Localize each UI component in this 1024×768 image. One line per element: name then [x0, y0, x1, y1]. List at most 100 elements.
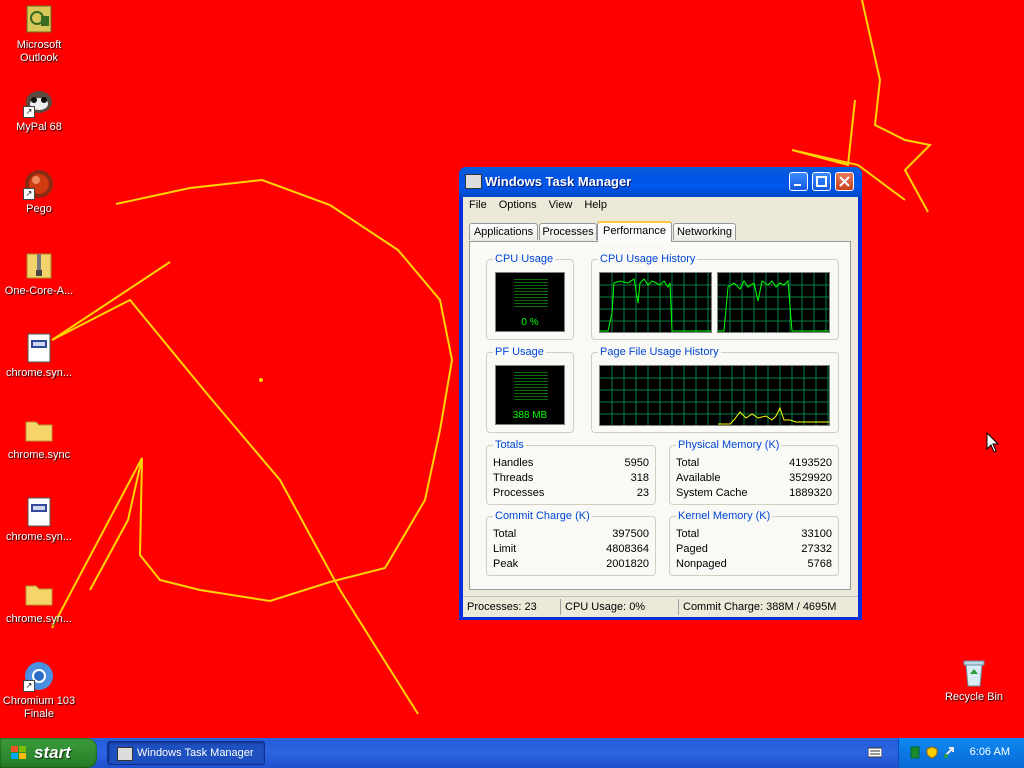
row-label: Peak [493, 558, 519, 570]
row-value: 318 [630, 472, 649, 484]
desktop-icon-chrome-syn-1[interactable]: chrome.syn... [1, 332, 77, 380]
row-value: 4808364 [606, 543, 649, 555]
row-label: Total [676, 528, 700, 540]
task-manager-window[interactable]: Windows Task Manager File Options View H… [459, 167, 862, 620]
kernel-memory-row: Nonpaged 5768 [676, 558, 832, 573]
shortcut-arrow-icon: ↗ [23, 188, 35, 200]
pf-usage-title: PF Usage [493, 346, 546, 359]
status-cpu: CPU Usage: 0% [560, 599, 678, 615]
desktop-icon-label: chrome.syn... [5, 613, 73, 625]
row-value: 33100 [801, 528, 832, 540]
desktop-icon-mypal[interactable]: ↗ MyPal 68 [1, 86, 77, 134]
pf-meter-bars [514, 372, 548, 402]
row-label: Limit [493, 543, 517, 555]
close-button[interactable] [835, 172, 854, 191]
start-button[interactable]: start [0, 738, 97, 768]
commit-charge-title: Commit Charge (K) [493, 510, 592, 523]
status-commit: Commit Charge: 388M / 4695M [678, 599, 858, 615]
shortcut-arrow-icon: ↗ [23, 680, 35, 692]
physical-memory-row: System Cache 1889320 [676, 487, 832, 502]
menu-help[interactable]: Help [578, 197, 613, 215]
desktop-icon-chrome-syn-folder-2[interactable]: chrome.syn... [1, 578, 77, 626]
desktop-icon-chromium[interactable]: ↗ Chromium 103 Finale [1, 660, 77, 721]
desktop-icon-recycle-bin[interactable]: Recycle Bin [936, 656, 1012, 704]
desktop-icon-label: chrome.sync [7, 449, 71, 461]
menu-file[interactable]: File [463, 197, 493, 215]
taskbar: start Windows Task Manager 6:06 AM [0, 738, 1024, 768]
chromium-icon: ↗ [23, 660, 55, 692]
physical-memory-row: Available 3529920 [676, 472, 832, 487]
desktop-icon-label: Chromium 103 Finale [2, 695, 76, 720]
desktop-icon-label: chrome.syn... [5, 531, 73, 543]
windows-logo-icon [11, 746, 26, 759]
desktop-icon-label: Microsoft Outlook [16, 39, 62, 64]
minimize-button[interactable] [789, 172, 808, 191]
shortcut-arrow-icon: ↗ [23, 106, 35, 118]
row-label: Handles [493, 457, 534, 469]
maximize-button[interactable] [812, 172, 831, 191]
row-label: Total [493, 528, 517, 540]
folder-icon [23, 414, 55, 446]
pf-history-title: Page File Usage History [598, 346, 721, 359]
clock[interactable]: 6:06 AM [970, 746, 1010, 758]
tab-performance[interactable]: Performance [597, 221, 672, 242]
folder-icon [23, 578, 55, 610]
pf-usage-group: PF Usage 388 MB [486, 346, 574, 433]
row-value: 5950 [624, 457, 649, 469]
desktop-icon-chrome-sync-folder[interactable]: chrome.sync [1, 414, 77, 462]
row-value: 23 [636, 487, 649, 499]
commit-charge-row: Total 397500 [493, 528, 649, 543]
start-label: start [34, 743, 71, 762]
mouse-cursor-icon [986, 432, 1000, 453]
totals-row: Threads 318 [493, 472, 649, 487]
menu-options[interactable]: Options [493, 197, 543, 215]
kernel-memory-title: Kernel Memory (K) [676, 510, 773, 523]
desktop-icon-outlook[interactable]: Microsoft Outlook [1, 4, 77, 65]
commit-charge-row: Peak 2001820 [493, 558, 649, 573]
document-icon [23, 332, 55, 364]
row-label: Total [676, 457, 700, 469]
task-manager-icon [465, 174, 482, 189]
row-value: 2001820 [606, 558, 649, 570]
keyboard-icon[interactable] [868, 746, 882, 758]
menu-view[interactable]: View [543, 197, 579, 215]
cpu-usage-title: CPU Usage [493, 253, 556, 266]
mypal-icon: ↗ [23, 86, 55, 118]
row-value: 3529920 [789, 472, 832, 484]
tab-networking[interactable]: Networking [673, 223, 736, 240]
safely-remove-hardware-icon[interactable] [943, 746, 955, 759]
window-client: File Options View Help Applications Proc… [463, 197, 858, 617]
desktop-icon-one-core[interactable]: One-Core-A... [1, 250, 77, 298]
network-icon[interactable] [909, 746, 921, 759]
taskbar-button-task-manager[interactable]: Windows Task Manager [107, 741, 265, 765]
commit-charge-row: Limit 4808364 [493, 543, 649, 558]
cpu-history-title: CPU Usage History [598, 253, 698, 266]
physical-memory-row: Total 4193520 [676, 457, 832, 472]
cpu-usage-meter: 0 % [495, 272, 565, 332]
system-tray: 6:06 AM [898, 738, 1024, 768]
task-manager-icon [117, 747, 133, 761]
row-label: System Cache [676, 487, 748, 499]
taskbar-button-label: Windows Task Manager [137, 747, 254, 759]
desktop-icon-label: Recycle Bin [944, 691, 1004, 703]
tab-processes[interactable]: Processes [539, 223, 597, 240]
cpu-history-graph-2 [717, 272, 830, 333]
pf-usage-value: 388 MB [512, 410, 548, 421]
row-label: Nonpaged [676, 558, 727, 570]
recycle-bin-icon [958, 656, 990, 688]
cpu-meter-bars [514, 279, 548, 309]
kernel-memory-group: Kernel Memory (K) Total 33100 Paged 27332 … [669, 510, 839, 576]
security-shield-icon[interactable] [926, 746, 938, 759]
desktop-icon-label: Pego [26, 203, 52, 215]
title-bar[interactable]: Windows Task Manager [459, 167, 862, 197]
cpu-history-group: CPU Usage History [591, 253, 839, 340]
cpu-history-graph-1 [599, 272, 712, 333]
tab-applications[interactable]: Applications [469, 223, 538, 240]
outlook-icon [23, 4, 55, 36]
pf-usage-meter: 388 MB [495, 365, 565, 425]
desktop-icon-pego[interactable]: ↗ Pego [1, 168, 77, 216]
desktop-icon-chrome-syn-2[interactable]: chrome.syn... [1, 496, 77, 544]
status-processes: Processes: 23 [467, 601, 537, 613]
kernel-memory-row: Total 33100 [676, 528, 832, 543]
desktop-icon-label: One-Core-A... [4, 285, 74, 297]
